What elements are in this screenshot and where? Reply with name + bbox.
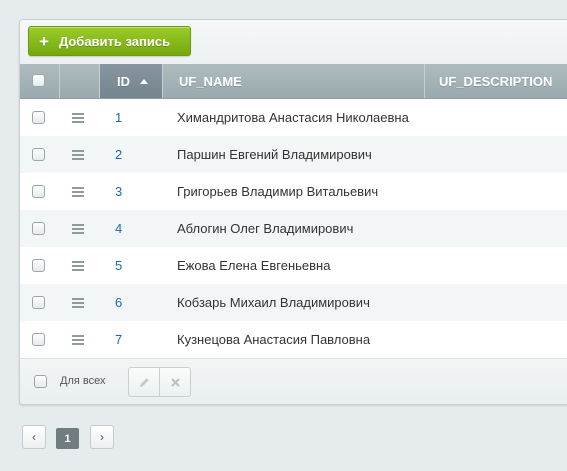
row-id-link[interactable]: 2 [115,147,122,162]
row-id-link[interactable]: 3 [115,184,122,199]
table-row[interactable]: 4 Аблогин Олег Владимирович [20,210,567,247]
row-checkbox[interactable] [32,185,45,198]
row-description [424,210,567,247]
table-row[interactable]: 6 Кобзарь Михаил Владимирович [20,284,567,321]
row-checkbox[interactable] [32,222,45,235]
row-name: Григорьев Владимир Витальевич [177,184,379,199]
row-description [424,99,567,136]
header-uf-name[interactable]: UF_NAME [162,64,424,98]
row-checkbox[interactable] [32,333,45,346]
edit-button[interactable] [128,367,160,397]
row-checkbox[interactable] [32,148,45,161]
row-id-link[interactable]: 7 [115,332,122,347]
row-description [424,136,567,173]
row-name: Ежова Елена Евгеньевна [177,258,331,273]
row-name: Кузнецова Анастасия Павловна [177,332,371,347]
header-uf-description[interactable]: UF_DESCRIPTION [424,64,567,98]
menu-icon[interactable] [72,187,84,197]
row-description [424,321,567,358]
menu-icon[interactable] [72,150,84,160]
select-all-checkbox[interactable] [32,74,45,87]
pager-next-button[interactable]: › [90,425,114,449]
menu-icon[interactable] [72,298,84,308]
header-uf-description-label: UF_DESCRIPTION [439,73,553,89]
row-id-link[interactable]: 1 [115,110,122,125]
pager-prev-button[interactable]: ‹ [22,425,46,449]
table-row[interactable]: 2 Паршин Евгений Владимирович [20,136,567,173]
select-all-footer-checkbox[interactable] [34,375,47,388]
menu-icon[interactable] [72,335,84,345]
add-record-label: Добавить запись [58,33,171,49]
close-icon [170,377,180,387]
row-name: Кобзарь Михаил Владимирович [177,295,370,310]
row-id-link[interactable]: 6 [115,295,122,310]
delete-button[interactable] [159,367,191,397]
grid-header: ID UF_NAME UF_DESCRIPTION [20,64,567,99]
table-row[interactable]: 7 Кузнецова Анастасия Павловна [20,321,567,358]
pager-current-page[interactable]: 1 [56,428,79,449]
table-row[interactable]: 5 Ежова Елена Евгеньевна [20,247,567,284]
add-record-button[interactable]: + Добавить запись [28,26,191,56]
pencil-icon [139,377,149,387]
chevron-left-icon: ‹ [32,430,36,444]
row-name: Аблогин Олег Владимирович [177,221,354,236]
menu-icon[interactable] [72,261,84,271]
chevron-right-icon: › [100,430,104,444]
row-name: Паршин Евгений Владимирович [177,147,372,162]
header-id-label: ID [117,73,130,89]
row-description [424,284,567,321]
header-actions-cell [59,64,99,98]
grid-panel: + Добавить запись ID UF_NAME UF_DESCRIPT… [19,19,567,405]
table-row[interactable]: 3 Григорьев Владимир Витальевич [20,173,567,210]
toolbar: + Добавить запись [20,20,567,65]
header-id[interactable]: ID [99,64,162,98]
table-row[interactable]: 1 Химандритова Анастасия Николаевна [20,99,567,136]
row-checkbox[interactable] [32,296,45,309]
row-id-link[interactable]: 5 [115,258,122,273]
row-name: Химандритова Анастасия Николаевна [177,110,409,125]
row-description [424,247,567,284]
row-id-link[interactable]: 4 [115,221,122,236]
sort-ascending-icon [140,78,148,84]
row-checkbox[interactable] [32,111,45,124]
row-description [424,173,567,210]
menu-icon[interactable] [72,113,84,123]
for-all-label: Для всех [60,375,106,387]
row-checkbox[interactable] [32,259,45,272]
grid-footer: Для всех [20,358,567,404]
plus-icon: + [39,31,49,51]
header-uf-name-label: UF_NAME [179,73,242,89]
menu-icon[interactable] [72,224,84,234]
